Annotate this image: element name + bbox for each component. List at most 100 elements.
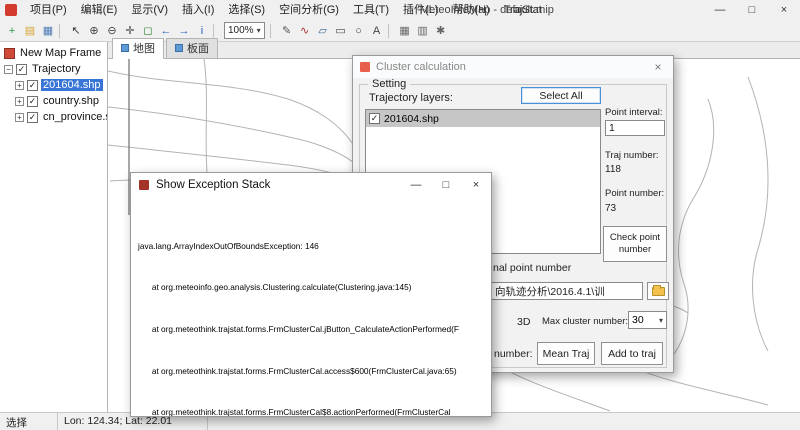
mean-traj-button[interactable]: Mean Traj — [537, 342, 595, 365]
layer-201604[interactable]: + ✓ 201604.shp — [0, 77, 107, 93]
zoom-out-icon[interactable]: ⊖ — [103, 22, 121, 40]
collapse-icon[interactable]: − — [4, 65, 13, 74]
exception-dialog-titlebar[interactable]: Show Exception Stack — □ × — [131, 173, 491, 197]
close-button[interactable]: × — [768, 0, 800, 20]
point-interval-label: Point interval: — [605, 107, 663, 118]
stack-trace-line[interactable]: at org.meteothink.trajstat.forms.FrmClus… — [138, 366, 491, 376]
full-extent-icon[interactable]: ◻ — [139, 22, 157, 40]
export-path-input[interactable]: 向轨迹分析\2016.4.1\训 — [491, 282, 643, 300]
stack-trace-line[interactable]: java.lang.ArrayIndexOutOfBoundsException… — [138, 241, 491, 251]
toolbar-separator[interactable] — [59, 24, 65, 38]
tab-icon — [175, 44, 183, 52]
point-interval-input[interactable]: 1 — [605, 120, 665, 136]
stack-trace-line[interactable]: at org.meteoinfo.geo.analysis.Clustering… — [138, 282, 491, 292]
layer-tree: New Map Frame − ✓ Trajectory + ✓ 201604.… — [0, 42, 108, 412]
toolbar-glyph: ⊖ — [107, 24, 116, 37]
save-icon[interactable]: ▦ — [39, 22, 57, 40]
add-to-traj-button[interactable]: Add to traj — [601, 342, 663, 365]
toolbar-glyph: ▦ — [43, 24, 53, 37]
layer-checkbox[interactable]: ✓ — [27, 80, 38, 91]
toolbar-glyph: ▤ — [25, 24, 35, 37]
stack-trace-line[interactable]: at org.meteothink.trajstat.forms.FrmClus… — [138, 407, 491, 416]
coastline — [748, 77, 768, 351]
menu-insert[interactable]: 插入(I) — [175, 0, 221, 20]
zoom-previous-icon[interactable]: ← — [157, 22, 175, 40]
select-arrow-icon[interactable]: ↖ — [67, 22, 85, 40]
tree-label: country.shp — [41, 95, 101, 107]
toolbar-separator[interactable] — [270, 24, 276, 38]
tree-item-map-frame[interactable]: New Map Frame — [0, 45, 107, 61]
toolbar-glyph: ← — [161, 25, 172, 37]
toolbar-glyph: ▭ — [335, 24, 345, 37]
zoom-next-icon[interactable]: → — [175, 22, 193, 40]
menu-view[interactable]: 显示(V) — [124, 0, 175, 20]
menu-project[interactable]: 项目(P) — [23, 0, 74, 20]
dialog-icon — [360, 62, 370, 72]
layer-checkbox[interactable]: ✓ — [27, 96, 38, 107]
max-cluster-number-combo[interactable]: 30 ▾ — [628, 311, 667, 329]
cluster-number-label: number: — [494, 348, 533, 360]
toolbar-glyph: ✱ — [436, 24, 445, 37]
zoom-level-combo[interactable]: 100% ▾ — [224, 22, 265, 39]
layer-list-item[interactable]: ✓ 201604.shp — [366, 110, 600, 127]
rectangle-icon[interactable]: ▭ — [332, 22, 350, 40]
polygon-icon[interactable]: ▱ — [314, 22, 332, 40]
layer-item-checkbox[interactable]: ✓ — [369, 113, 380, 124]
maximize-button[interactable]: □ — [736, 0, 768, 20]
toolbar-glyph: ▥ — [417, 24, 427, 37]
layer-checkbox[interactable]: ✓ — [27, 112, 38, 123]
window-controls: — □ × — [704, 0, 800, 20]
layer-checkbox[interactable]: ✓ — [16, 64, 27, 75]
app-window: 项目(P) 编辑(E) 显示(V) 插入(I) 选择(S) 空间分析(G) 工具… — [0, 0, 800, 430]
layer-cn-province[interactable]: + ✓ cn_province.shp — [0, 109, 107, 125]
open-folder-icon[interactable]: ▤ — [21, 22, 39, 40]
identify-icon[interactable]: i — [193, 22, 211, 40]
close-icon[interactable]: × — [643, 56, 673, 78]
tree-item-trajectory-group[interactable]: − ✓ Trajectory — [0, 61, 107, 77]
toolbar-glyph: ∿ — [300, 24, 309, 37]
toolbar-left-group: + ▤ ▦ ↖ ⊕ ⊖ ✛ ◻ ← → i — [3, 22, 221, 40]
layer-country[interactable]: + ✓ country.shp — [0, 93, 107, 109]
cluster-dialog-titlebar[interactable]: Cluster calculation × — [353, 56, 673, 78]
tree-label: New Map Frame — [18, 47, 103, 59]
edit-pencil-icon[interactable]: ✎ — [278, 22, 296, 40]
toolbar-glyph: i — [201, 25, 203, 37]
menu-selection[interactable]: 选择(S) — [221, 0, 272, 20]
tree-label: 201604.shp — [41, 79, 103, 91]
stack-trace-line[interactable]: at org.meteothink.trajstat.forms.FrmClus… — [138, 324, 491, 334]
ellipse-icon[interactable]: ○ — [350, 22, 368, 40]
menu-geoprocessing[interactable]: 空间分析(G) — [272, 0, 346, 20]
menu-edit[interactable]: 编辑(E) — [74, 0, 125, 20]
tab-layout[interactable]: 板面 — [166, 38, 218, 58]
app-icon — [5, 4, 17, 16]
maximize-button[interactable]: □ — [431, 173, 461, 197]
zoom-in-icon[interactable]: ⊕ — [85, 22, 103, 40]
minimize-button[interactable]: — — [401, 173, 431, 197]
new-file-icon[interactable]: + — [3, 22, 21, 40]
chevron-down-icon: ▾ — [257, 26, 261, 35]
close-button[interactable]: × — [461, 173, 491, 197]
stack-trace-list[interactable]: java.lang.ArrayIndexOutOfBoundsException… — [131, 197, 491, 416]
toolbar-separator[interactable] — [388, 24, 394, 38]
expand-icon[interactable]: + — [15, 97, 24, 106]
tab-map[interactable]: 地图 — [112, 38, 164, 59]
menubar: 项目(P) 编辑(E) 显示(V) 插入(I) 选择(S) 空间分析(G) 工具… — [0, 0, 800, 20]
toolbar-separator[interactable] — [213, 24, 219, 38]
polyline-icon[interactable]: ∿ — [296, 22, 314, 40]
chevron-down-icon: ▾ — [659, 316, 663, 325]
expand-icon[interactable]: + — [15, 113, 24, 122]
chart-icon[interactable]: ▥ — [414, 22, 432, 40]
check-point-number-button[interactable]: Check point number — [603, 226, 667, 262]
pan-icon[interactable]: ✛ — [121, 22, 139, 40]
text-label-icon[interactable]: A — [368, 22, 386, 40]
select-all-button[interactable]: Select All — [521, 87, 601, 104]
attribute-table-icon[interactable]: ▦ — [396, 22, 414, 40]
expand-icon[interactable]: + — [15, 81, 24, 90]
toolbar-right-group: ✎ ∿ ▱ ▭ ○ A ▦ ▥ ✱ — [268, 22, 450, 40]
minimize-button[interactable]: — — [704, 0, 736, 20]
groupbox-legend: Setting — [368, 78, 410, 90]
settings-icon[interactable]: ✱ — [432, 22, 450, 40]
tab-group: 地图 板面 — [112, 38, 220, 58]
browse-folder-button[interactable] — [647, 282, 669, 300]
menu-tools[interactable]: 工具(T) — [346, 0, 396, 20]
